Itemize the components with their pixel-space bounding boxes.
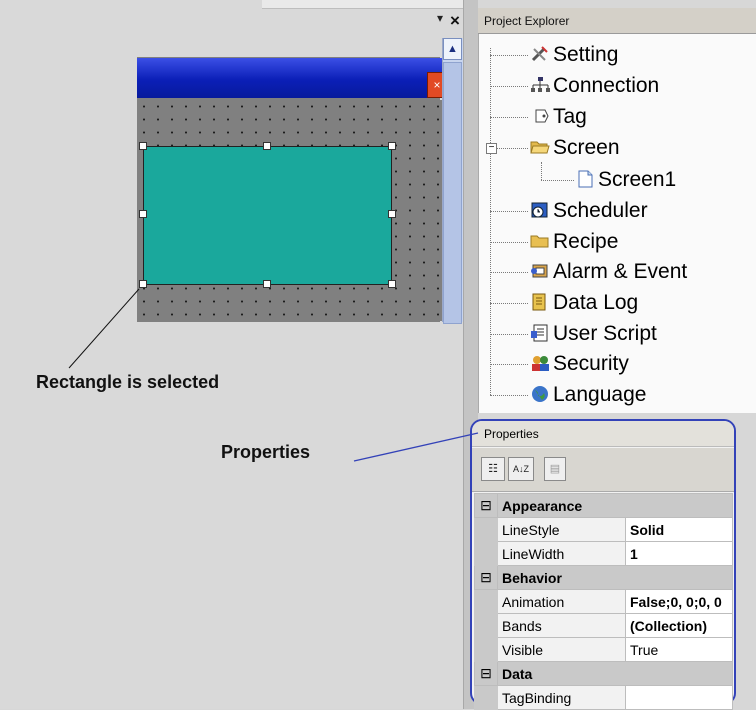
properties-callout-line [353,432,479,462]
selected-callout-line [68,288,140,369]
properties-callout-label: Properties [221,442,311,462]
annotation-lines [68,288,479,462]
rectangle-selected-label: Rectangle is selected [36,372,220,392]
